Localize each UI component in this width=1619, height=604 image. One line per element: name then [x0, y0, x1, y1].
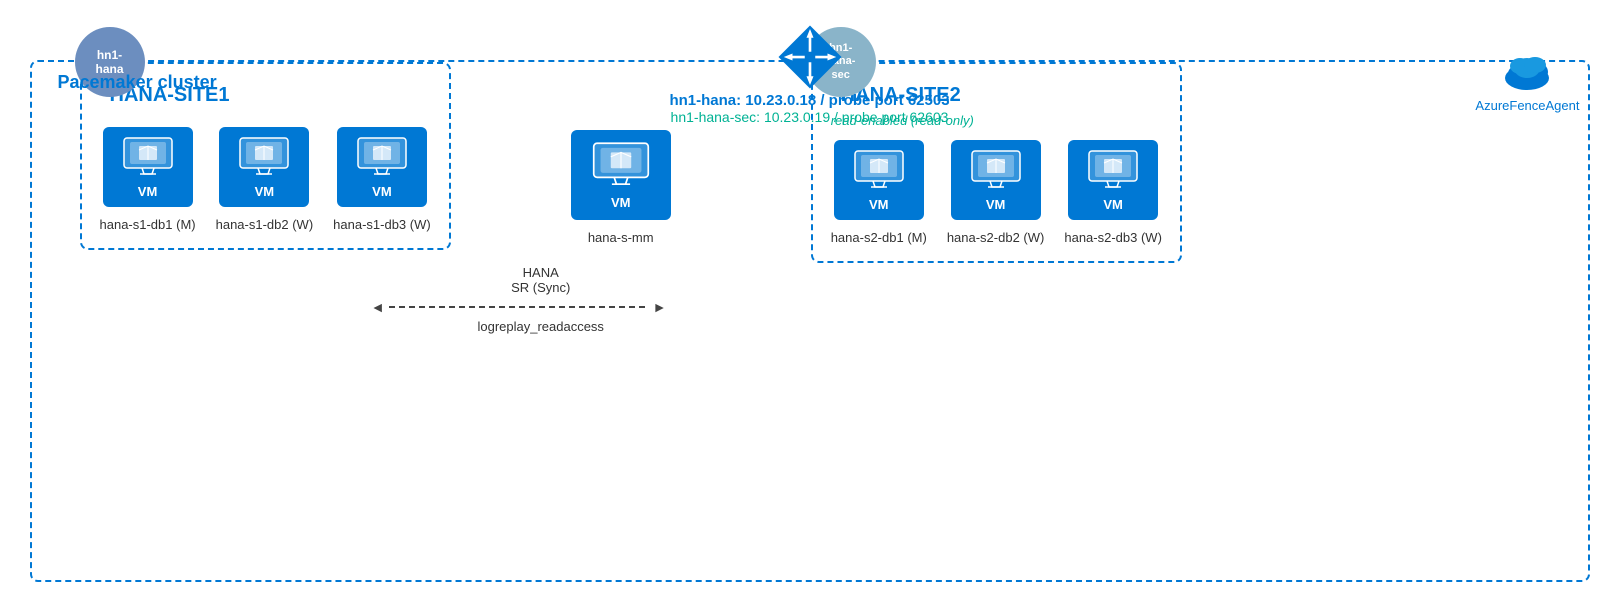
vm-monitor-icon-s2-3	[1087, 149, 1139, 193]
site2-vm2: VM hana-s2-db2 (W)	[947, 140, 1045, 245]
vm-monitor-icon3	[356, 136, 408, 180]
diagram-wrapper: Pacemaker cluster hn1-hana: 10.23.0.18 /…	[30, 22, 1590, 582]
site1-vm2-icon: VM	[219, 127, 309, 207]
vm-monitor-icon	[122, 136, 174, 180]
hana-mm-vm: VM hana-s-mm	[571, 130, 671, 245]
site2-vm3-label: VM	[1103, 197, 1123, 212]
site2-vm1-label: VM	[869, 197, 889, 212]
router-icon	[775, 22, 845, 97]
hana-mm-vm-label: VM	[611, 195, 631, 210]
site1-vm2-name: hana-s1-db2 (W)	[216, 217, 314, 232]
sync-arrows-row: ◄ ►	[371, 299, 711, 315]
site2-vm3-name: hana-s2-db3 (W)	[1064, 230, 1162, 245]
site1-nodes: VM hana-s1-db1 (M)	[100, 127, 431, 232]
sync-label3: logreplay_readaccess	[477, 319, 603, 334]
sync-section: HANA SR (Sync) ◄ ► logreplay_readaccess	[371, 265, 711, 334]
site1-vm1: VM hana-s1-db1 (M)	[100, 127, 196, 232]
vm-monitor-icon-s2-1	[853, 149, 905, 193]
site1-vm3-name: hana-s1-db3 (W)	[333, 217, 431, 232]
fence-agent-label: AzureFenceAgent	[1475, 98, 1579, 113]
lb-primary-label: hn1-hana: 10.23.0.18 / probe port 62503	[669, 92, 949, 109]
dashed-line-svg	[389, 302, 649, 312]
sync-label2: SR (Sync)	[511, 280, 570, 295]
site2-vm1-icon: VM	[834, 140, 924, 220]
site1-vm1-label: VM	[138, 184, 158, 199]
hana-mm-icon: VM	[571, 130, 671, 220]
site2-vm2-name: hana-s2-db2 (W)	[947, 230, 1045, 245]
site2-vm3-icon: VM	[1068, 140, 1158, 220]
site1-vm2: VM hana-s1-db2 (W)	[216, 127, 314, 232]
site2-vm2-label: VM	[986, 197, 1006, 212]
site2-vm3: VM hana-s2-db3 (W)	[1064, 140, 1162, 245]
azure-cloud-icon	[1500, 52, 1555, 92]
vm-monitor-icon-mm	[591, 141, 651, 191]
fence-agent: AzureFenceAgent	[1475, 52, 1579, 113]
site2-vm2-icon: VM	[951, 140, 1041, 220]
site1-vm3-icon: VM	[337, 127, 427, 207]
site2-nodes: VM hana-s2-db1 (M)	[831, 140, 1162, 245]
sync-label1: HANA	[523, 265, 559, 280]
site1-vm3: VM hana-s1-db3 (W)	[333, 127, 431, 232]
site1-vm3-label: VM	[372, 184, 392, 199]
site1-vm1-name: hana-s1-db1 (M)	[100, 217, 196, 232]
site1-vm2-label: VM	[255, 184, 275, 199]
site1-vm1-icon: VM	[103, 127, 193, 207]
lb-secondary-label: hn1-hana-sec: 10.23.0.19 / probe port 62…	[669, 109, 949, 125]
vm-monitor-icon-s2-2	[970, 149, 1022, 193]
arrow-right-icon: ►	[653, 299, 667, 315]
pacemaker-label: Pacemaker cluster	[58, 72, 217, 93]
site2-vm1: VM hana-s2-db1 (M)	[831, 140, 927, 245]
site2-vm1-name: hana-s2-db1 (M)	[831, 230, 927, 245]
arrow-left-icon: ◄	[371, 299, 385, 315]
vm-monitor-icon2	[238, 136, 290, 180]
hana-mm-name: hana-s-mm	[588, 230, 654, 245]
lb-labels: hn1-hana: 10.23.0.18 / probe port 62503 …	[669, 92, 949, 125]
